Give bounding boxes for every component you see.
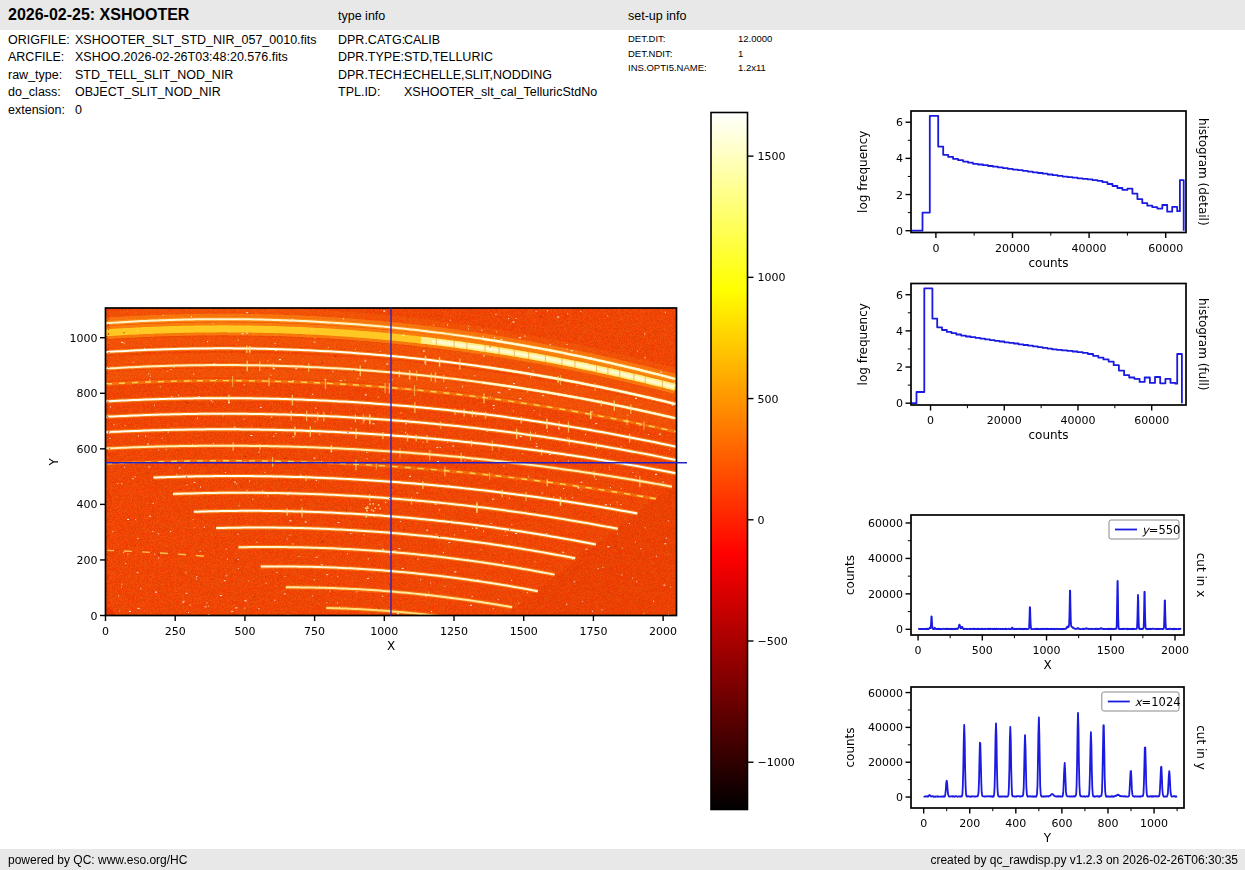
y-tick-label: 0 — [896, 225, 903, 238]
x-tick-label: 200 — [959, 817, 980, 830]
histogram_full-plot: 0 20000 40000 60000 0 2 4 6 counts log frequency h… — [856, 284, 1210, 443]
y-tick-label: 20000 — [868, 756, 903, 769]
y-tick-label: 40000 — [868, 552, 903, 565]
x-axis-label: X — [1043, 658, 1051, 672]
y-axis-label: counts — [843, 555, 857, 595]
x-axis-label: X — [387, 639, 395, 653]
figure-svg: 0250500750100012501500175020000200400600… — [0, 0, 1245, 870]
colorbar-tick-label: −1000 — [758, 756, 795, 769]
x-tick-label: 60000 — [1148, 242, 1183, 255]
colorbar-tick-label: 0 — [758, 514, 765, 527]
y-tick-label: 600 — [77, 443, 98, 456]
right-axis-label: histogram (full) — [1196, 298, 1210, 391]
footer-right-text: created by qc_rawdisp.py v1.2.3 on 2026-… — [930, 853, 1238, 867]
axes-frame — [911, 284, 1186, 406]
y-axis-label: counts — [843, 727, 857, 767]
y-tick-label: 20000 — [868, 588, 903, 601]
x-axis-label: counts — [1028, 256, 1068, 270]
y-tick-label: 6 — [896, 289, 903, 302]
legend-label: x=1024 — [1135, 695, 1181, 709]
x-tick-label: 250 — [165, 625, 186, 638]
colorbar: 1500 1000 500 0 −500 −1000 — [711, 113, 795, 810]
x-tick-label: 40000 — [1072, 242, 1107, 255]
x-tick-label: 0 — [915, 644, 922, 657]
colorbar-tick-label: −500 — [758, 635, 788, 648]
x-tick-label: 20000 — [987, 414, 1022, 427]
axes-frame — [911, 111, 1186, 233]
y-tick-label: 40000 — [868, 721, 903, 734]
raw_image-plot: 0 250 500 750 1000 1250 1500 1750 2000 0 200 400 600… — [47, 308, 678, 653]
x-tick-label: 1000 — [370, 625, 398, 638]
y-tick-label: 4 — [896, 325, 903, 338]
x-tick-label: 600 — [1051, 817, 1072, 830]
y-tick-label: 60000 — [868, 517, 903, 530]
x-tick-label: 0 — [102, 625, 109, 638]
x-axis-label: counts — [1028, 428, 1068, 442]
histogram_detail-plot: 0 20000 40000 60000 0 2 4 6 counts log frequency h… — [856, 111, 1210, 270]
x-tick-label: 60000 — [1134, 414, 1169, 427]
y-tick-label: 800 — [77, 387, 98, 400]
x-tick-label: 1500 — [510, 625, 538, 638]
cut_y-plot: 0 200 400 600 800 1000 0 20000 40000 60000 Ycounts… — [843, 687, 1208, 845]
legend-label: y=550 — [1142, 523, 1180, 537]
cut_x-series-line — [918, 581, 1181, 629]
x-tick-label: 0 — [927, 414, 934, 427]
colorbar-tick-label: 1500 — [758, 150, 786, 163]
y-tick-label: 6 — [896, 116, 903, 129]
cut_y-series-line — [924, 713, 1177, 797]
x-tick-label: 2000 — [1161, 644, 1189, 657]
footer-left-text: powered by QC: www.eso.org/HC — [8, 853, 187, 867]
y-tick-label: 2 — [896, 361, 903, 374]
x-tick-label: 800 — [1097, 817, 1118, 830]
qc-report-page: 2026-02-25: XSHOOTER type info set-up in… — [0, 0, 1245, 870]
colorbar-tick-label: 500 — [758, 393, 779, 406]
right-axis-label: histogram (detail) — [1196, 118, 1210, 226]
x-tick-label: 40000 — [1060, 414, 1095, 427]
y-tick-label: 4 — [896, 152, 903, 165]
y-tick-label: 1000 — [70, 332, 98, 345]
y-axis-label: Y — [47, 457, 61, 466]
y-tick-label: 200 — [77, 554, 98, 567]
x-tick-label: 1500 — [1097, 644, 1125, 657]
y-tick-label: 60000 — [868, 687, 903, 700]
x-tick-label: 20000 — [995, 242, 1030, 255]
colorbar-gradient — [711, 113, 748, 810]
right-axis-label: cut in y — [1194, 725, 1208, 770]
x-tick-label: 500 — [972, 644, 993, 657]
x-tick-label: 1750 — [579, 625, 607, 638]
x-tick-label: 750 — [304, 625, 325, 638]
x-tick-label: 500 — [234, 625, 255, 638]
x-tick-label: 400 — [1005, 817, 1026, 830]
histogram_full-series-line — [911, 288, 1182, 403]
x-tick-label: 0 — [932, 242, 939, 255]
x-tick-label: 1000 — [1033, 644, 1061, 657]
x-tick-label: 2000 — [649, 625, 677, 638]
y-tick-label: 0 — [896, 791, 903, 804]
right-axis-label: cut in x — [1194, 553, 1208, 598]
y-axis-label: log frequency — [856, 303, 870, 385]
y-tick-label: 2 — [896, 189, 903, 202]
y-tick-label: 0 — [896, 623, 903, 636]
y-tick-label: 400 — [77, 498, 98, 511]
y-axis-label: log frequency — [856, 131, 870, 213]
x-tick-label: 0 — [920, 817, 927, 830]
y-tick-label: 0 — [896, 397, 903, 410]
x-tick-label: 1250 — [440, 625, 468, 638]
x-axis-label: Y — [1043, 831, 1052, 845]
colorbar-tick-label: 1000 — [758, 271, 786, 284]
histogram_detail-series-line — [911, 116, 1183, 231]
cut_x-plot: 05001000150020000200004000060000Xcountsc… — [843, 515, 1208, 672]
x-tick-label: 1000 — [1140, 817, 1168, 830]
y-tick-label: 0 — [91, 610, 98, 623]
